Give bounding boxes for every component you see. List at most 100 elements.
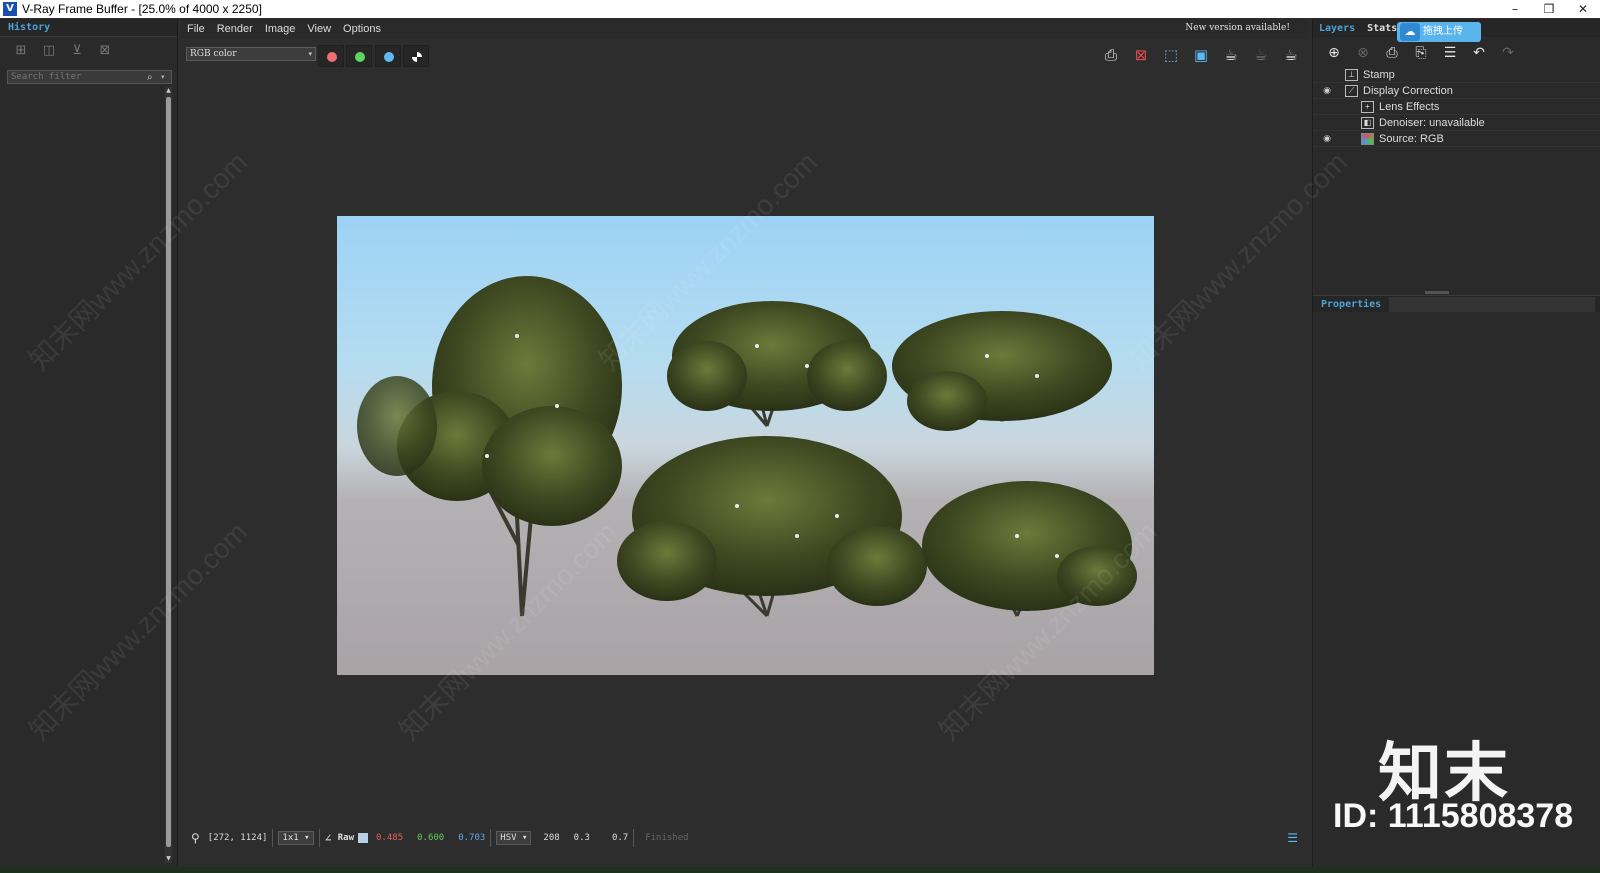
watermark-id: ID: 1115808378 — [1333, 797, 1574, 835]
source-rgb-icon — [1361, 132, 1374, 145]
scroll-up-icon[interactable]: ▲ — [165, 87, 172, 95]
stamp-icon: ⊥ — [1345, 68, 1358, 81]
zoom-mode-select[interactable]: 1x1 ▾ — [278, 831, 314, 845]
menu-view[interactable]: View — [301, 23, 337, 35]
layer-presets-icon[interactable]: ☰ — [1439, 43, 1461, 63]
lock-icon[interactable]: ⚲ — [191, 831, 200, 845]
redo-icon[interactable]: ↷ — [1497, 43, 1519, 63]
denoiser-icon: ◧ — [1361, 116, 1374, 129]
close-button[interactable]: ✕ — [1566, 0, 1600, 18]
layer-row-source-rgb[interactable]: ◉ Source: RGB — [1313, 131, 1600, 147]
channel-select[interactable]: RGB color ▾ — [186, 47, 316, 61]
channel-select-value: RGB color — [190, 49, 237, 59]
scroll-down-icon[interactable]: ▼ — [165, 855, 172, 863]
bottom-strip — [0, 867, 1600, 873]
layer-row-stamp[interactable]: ⊥ Stamp — [1313, 67, 1600, 83]
layer-label: Lens Effects — [1379, 100, 1440, 113]
search-icon[interactable]: ⌕ — [147, 72, 161, 83]
add-layer-icon[interactable]: ⊕ — [1323, 43, 1345, 63]
alpha-channel-button[interactable] — [403, 45, 429, 67]
render-icon[interactable]: ☕ — [1220, 44, 1242, 66]
saturation-value: 0.3 — [573, 833, 590, 843]
blue-dot-icon — [384, 52, 394, 62]
load-history-icon[interactable]: ⊻ — [68, 43, 86, 59]
history-search: ⌕ ▾ — [7, 70, 172, 84]
tab-layers[interactable]: Layers — [1313, 21, 1361, 36]
load-layers-icon[interactable]: ⎘ — [1410, 43, 1432, 63]
bush-top-middle — [667, 301, 887, 427]
blue-channel-button[interactable] — [375, 45, 401, 67]
log-icon[interactable]: ☰ — [1287, 831, 1298, 845]
bush-top-right — [892, 311, 1112, 431]
undo-icon[interactable]: ↶ — [1468, 43, 1490, 63]
zoom-mode-value: 1x1 — [282, 833, 299, 843]
menu-file[interactable]: File — [181, 23, 211, 35]
red-channel-button[interactable] — [318, 45, 344, 67]
render-status: Finished — [645, 833, 689, 843]
minimize-button[interactable]: – — [1498, 0, 1532, 18]
curve-icon: ⟋ — [1345, 84, 1358, 97]
history-panel: History ⊞ ◫ ⊻ ⊠ ⌕ ▾ ▲ ▼ — [0, 19, 178, 867]
layer-label: Denoiser: unavailable — [1379, 116, 1485, 129]
properties-label: Properties — [1321, 298, 1382, 310]
menu-bar: File Render Image View Options New versi… — [181, 19, 1308, 39]
history-header: History — [0, 19, 177, 37]
delete-history-icon[interactable]: ⊠ — [96, 43, 114, 59]
blue-value: 0.703 — [458, 833, 486, 843]
history-search-input[interactable] — [8, 72, 147, 82]
remove-layer-icon[interactable]: ⊗ — [1352, 43, 1374, 63]
pixel-color-swatch — [358, 833, 369, 843]
frame-buffer-view: File Render Image View Options New versi… — [181, 19, 1308, 867]
value-value: 0.7 — [611, 833, 629, 843]
green-value: 0.600 — [417, 833, 445, 843]
upload-button-label: 拖拽上传 — [1423, 26, 1463, 37]
track-mouse-icon[interactable]: ▣ — [1190, 44, 1212, 66]
layer-row-lens-effects[interactable]: + Lens Effects — [1313, 99, 1600, 115]
vray-app-icon: V — [3, 2, 17, 16]
menu-image[interactable]: Image — [259, 23, 302, 35]
eye-icon[interactable]: ◉ — [1317, 85, 1337, 96]
toolbar: RGB color ▾ ⎙ ⊠ ⬚ ▣ ☕ ☕ ☕ — [181, 40, 1308, 70]
title-bar: V V-Ray Frame Buffer - [25.0% of 4000 x … — [0, 0, 1600, 18]
layer-label: Source: RGB — [1379, 132, 1444, 145]
bush-bottom-middle — [617, 436, 927, 618]
pixel-coords: [272, 1124] — [207, 833, 268, 843]
layer-label: Display Correction — [1363, 84, 1453, 97]
red-dot-icon — [327, 52, 337, 62]
chevron-down-icon: ▾ — [308, 50, 312, 58]
color-mode-select[interactable]: HSV ▾ — [496, 831, 532, 845]
layer-row-display-correction[interactable]: ◉ ⟋ Display Correction — [1313, 83, 1600, 99]
save-history-icon[interactable]: ⊞ — [12, 43, 30, 59]
green-dot-icon — [355, 52, 365, 62]
search-options-chevron-icon[interactable]: ▾ — [161, 73, 171, 81]
rendered-image[interactable] — [337, 216, 1154, 675]
layer-row-denoiser[interactable]: ◧ Denoiser: unavailable — [1313, 115, 1600, 131]
stop-render-icon[interactable]: ☕ — [1280, 44, 1302, 66]
upload-button[interactable]: ☁ 拖拽上传 — [1397, 22, 1481, 42]
region-render-icon[interactable]: ⬚ — [1160, 44, 1182, 66]
save-image-icon[interactable]: ⎙ — [1100, 44, 1122, 66]
alpha-icon — [412, 52, 422, 62]
new-version-link[interactable]: New version available! — [1179, 23, 1296, 33]
green-channel-button[interactable] — [346, 45, 372, 67]
color-mode-value: HSV — [500, 833, 517, 843]
interactive-render-icon[interactable]: ☕ — [1250, 44, 1272, 66]
window-title: V-Ray Frame Buffer - [25.0% of 4000 x 22… — [22, 2, 262, 16]
red-value: 0.485 — [376, 833, 404, 843]
properties-header: Properties — [1313, 295, 1600, 312]
panel-splitter[interactable] — [1425, 291, 1449, 294]
properties-bar — [1389, 296, 1595, 312]
plants-render-graphic — [357, 276, 1137, 618]
menu-render[interactable]: Render — [211, 23, 259, 35]
clear-image-icon[interactable]: ⊠ — [1130, 44, 1152, 66]
menu-options[interactable]: Options — [337, 23, 387, 35]
lens-effects-icon: + — [1361, 100, 1374, 113]
status-bar: ⚲ [272, 1124] 1x1 ▾ ∠ Raw 0.485 0.600 0.… — [181, 827, 1308, 849]
cloud-icon: ☁ — [1400, 23, 1420, 41]
compare-ab-icon[interactable]: ◫ — [40, 43, 58, 59]
history-list — [7, 87, 165, 863]
curve-icon[interactable]: ∠ — [325, 831, 332, 845]
save-layers-icon[interactable]: ⎙ — [1381, 43, 1403, 63]
layer-label: Stamp — [1363, 68, 1395, 81]
restore-button[interactable]: ❐ — [1532, 0, 1566, 18]
